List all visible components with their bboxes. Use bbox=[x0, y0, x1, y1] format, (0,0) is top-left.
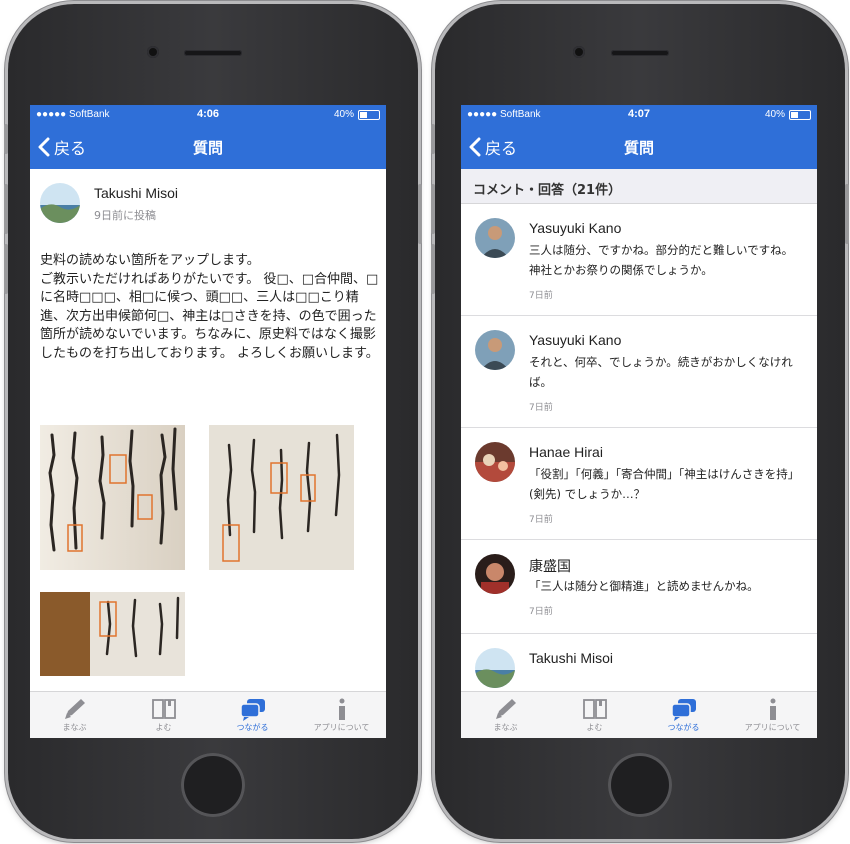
avatar[interactable] bbox=[40, 183, 80, 223]
tab-tsunagaru[interactable]: つながる bbox=[639, 692, 728, 738]
battery-icon bbox=[358, 109, 380, 120]
comment-date: 7日前 bbox=[529, 403, 553, 413]
battery-percent: 40% bbox=[333, 109, 354, 120]
book-icon bbox=[151, 696, 177, 722]
tab-bar: まなぶ よむ つながる アプリについて bbox=[461, 691, 817, 738]
home-button[interactable] bbox=[608, 753, 672, 817]
tab-label: アプリについて bbox=[744, 723, 801, 732]
tab-label: よむ bbox=[586, 723, 603, 732]
volume-up-button bbox=[4, 184, 8, 234]
phone-left: ●●●●● SoftBank 4:06 40% 戻る 質問 Takushi Mi… bbox=[4, 4, 422, 839]
post-date: 9日前に投稿 bbox=[94, 209, 156, 222]
front-camera bbox=[147, 46, 159, 58]
tab-label: まなぶ bbox=[493, 723, 518, 732]
tab-label: よむ bbox=[155, 723, 172, 732]
comment-author[interactable]: Hanae Hirai bbox=[529, 444, 603, 460]
avatar[interactable] bbox=[475, 648, 515, 688]
info-icon bbox=[336, 696, 348, 722]
status-time: 4:07 bbox=[627, 108, 651, 120]
post-author: Takushi Misoi 9日前に投稿 bbox=[40, 183, 178, 223]
author-name[interactable]: Takushi Misoi bbox=[94, 185, 178, 201]
nav-title: 質問 bbox=[623, 139, 654, 157]
comment-text: 「三人は随分と御精進」と読めませんかね。 bbox=[529, 579, 759, 593]
comment-text: 「役割」「何義」「寄合仲間」「神主はけんさきを持」(剣先) でしょうか…？ bbox=[529, 467, 800, 501]
nav-title: 質問 bbox=[192, 139, 223, 157]
chat-bubbles-icon bbox=[670, 696, 698, 722]
mute-switch bbox=[431, 124, 435, 154]
tab-about[interactable]: アプリについて bbox=[297, 692, 386, 738]
avatar[interactable] bbox=[475, 218, 515, 258]
volume-down-button bbox=[4, 244, 8, 294]
earpiece-speaker bbox=[184, 50, 242, 56]
tab-label: アプリについて bbox=[313, 723, 370, 732]
power-button bbox=[418, 184, 422, 244]
tab-tsunagaru[interactable]: つながる bbox=[208, 692, 297, 738]
book-icon bbox=[582, 696, 608, 722]
comment-date: 7日前 bbox=[529, 607, 553, 617]
status-time: 4:06 bbox=[196, 108, 220, 120]
comment-author[interactable]: Takushi Misoi bbox=[529, 650, 613, 666]
comment-item[interactable]: 康盛国 「三人は随分と御精進」と読めませんかね。 7日前 bbox=[461, 540, 817, 634]
status-right: 40% bbox=[765, 109, 811, 120]
avatar[interactable] bbox=[475, 330, 515, 370]
earpiece-speaker bbox=[611, 50, 669, 56]
post-body: 史料の読めない箇所をアップします。 ご教示いただければありがたいです。 役□、□合… bbox=[40, 252, 380, 363]
comment-author[interactable]: 康盛国 bbox=[529, 556, 571, 576]
tab-manabu[interactable]: まなぶ bbox=[461, 692, 550, 738]
document-photo-2[interactable] bbox=[209, 425, 354, 570]
tab-label: まなぶ bbox=[62, 723, 87, 732]
comment-item[interactable]: Yasuyuki Kano それと、何卒、でしょうか。続きがおかしくなければ。 … bbox=[461, 316, 817, 428]
comment-item[interactable]: Yasuyuki Kano 三人は随分、ですかね。部分的だと難しいですね。神社と… bbox=[461, 204, 817, 316]
comment-author[interactable]: Yasuyuki Kano bbox=[529, 220, 621, 236]
status-bar: ●●●●● SoftBank 4:07 40% bbox=[461, 105, 817, 125]
screen-question-detail: ●●●●● SoftBank 4:06 40% 戻る 質問 Takushi Mi… bbox=[30, 105, 386, 738]
battery-icon bbox=[789, 109, 811, 120]
comment-date: 7日前 bbox=[529, 515, 553, 525]
tab-label: つながる bbox=[236, 723, 269, 732]
info-icon bbox=[767, 696, 779, 722]
chat-bubbles-icon bbox=[239, 696, 267, 722]
comment-text: それと、何卒、でしょうか。続きがおかしくなければ。 bbox=[529, 355, 793, 389]
tab-about[interactable]: アプリについて bbox=[728, 692, 817, 738]
comment-date: 7日前 bbox=[529, 291, 553, 301]
pencil-icon bbox=[62, 696, 88, 722]
status-right: 40% bbox=[334, 109, 380, 120]
tab-yomu[interactable]: よむ bbox=[550, 692, 639, 738]
battery-percent: 40% bbox=[764, 109, 785, 120]
comment-text: 三人は随分、ですかね。部分的だと難しいですね。神社とかお祭りの関係でしょうか。 bbox=[529, 243, 794, 277]
nav-bar: 戻る 質問 bbox=[461, 125, 817, 169]
power-button bbox=[845, 184, 849, 244]
front-camera bbox=[573, 46, 585, 58]
pencil-icon bbox=[493, 696, 519, 722]
comment-item[interactable]: Hanae Hirai 「役割」「何義」「寄合仲間」「神主はけんさきを持」(剣先… bbox=[461, 428, 817, 540]
tab-manabu[interactable]: まなぶ bbox=[30, 692, 119, 738]
document-photo-1[interactable] bbox=[40, 425, 185, 570]
phone-right: ●●●●● SoftBank 4:07 40% 戻る 質問 コメント・回答（21… bbox=[431, 4, 849, 839]
tab-yomu[interactable]: よむ bbox=[119, 692, 208, 738]
comments-section-header: コメント・回答（21件） bbox=[461, 169, 817, 204]
avatar[interactable] bbox=[475, 554, 515, 594]
comments-count-label: コメント・回答（21件） bbox=[473, 183, 622, 198]
status-bar: ●●●●● SoftBank 4:06 40% bbox=[30, 105, 386, 125]
avatar[interactable] bbox=[475, 442, 515, 482]
screen-comments: ●●●●● SoftBank 4:07 40% 戻る 質問 コメント・回答（21… bbox=[461, 105, 817, 738]
document-photo-3[interactable] bbox=[40, 592, 185, 676]
home-button[interactable] bbox=[181, 753, 245, 817]
tab-bar: まなぶ よむ つながる アプリについて bbox=[30, 691, 386, 738]
comment-author[interactable]: Yasuyuki Kano bbox=[529, 332, 621, 348]
volume-up-button bbox=[431, 184, 435, 234]
volume-down-button bbox=[431, 244, 435, 294]
nav-bar: 戻る 質問 bbox=[30, 125, 386, 169]
mute-switch bbox=[4, 124, 8, 154]
post-body-text: 史料の読めない箇所をアップします。 ご教示いただければありがたいです。 役□、□合… bbox=[40, 253, 379, 361]
tab-label: つながる bbox=[667, 723, 700, 732]
